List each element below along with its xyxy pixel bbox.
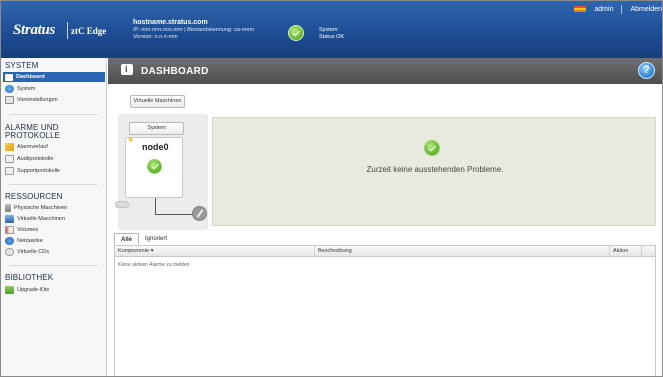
user-name[interactable]: admin xyxy=(594,6,613,13)
network-plug-icon[interactable] xyxy=(192,206,207,221)
vm-monitor-icon xyxy=(5,215,14,223)
dashboard-header-bar: DASHBOARD ? xyxy=(108,58,662,84)
cd-icon xyxy=(5,248,14,256)
network-globe-icon xyxy=(5,237,14,245)
primary-star-icon: ★ xyxy=(127,135,135,144)
sidebar-item-volumes[interactable]: Volumes xyxy=(5,225,106,235)
hostname: hostname.stratus.com xyxy=(133,19,208,26)
volume-icon xyxy=(5,226,14,234)
system-status-label: System: xyxy=(319,27,339,33)
sidebar-item-dashboard[interactable]: Dashboard xyxy=(3,72,105,82)
top-header: Stratus ztC Edge hostname.stratus.com IP… xyxy=(1,1,662,58)
node-name: node0 xyxy=(142,142,169,152)
version-line: Version: n.n.n-nnn xyxy=(133,34,178,40)
problems-panel: Zurzeit keine ausstehenden Probleme. xyxy=(212,117,656,226)
cloud-icon xyxy=(115,201,129,208)
system-status: System: Status OK xyxy=(319,27,344,41)
user-area: admin Abmelden xyxy=(574,4,662,14)
globe-icon xyxy=(5,85,14,93)
sidebar-item-audit-logs[interactable]: Auditprotokolle xyxy=(5,154,106,164)
logo-product: ztC Edge xyxy=(71,26,107,36)
server-icon xyxy=(5,204,11,212)
sidebar-item-alarm-history[interactable]: Alarmverlauf xyxy=(5,142,106,152)
sidebar-item-upgrade-kits[interactable]: Upgrade-Kits xyxy=(5,285,106,295)
help-icon[interactable]: ? xyxy=(638,62,655,79)
section-title-library: BIBLIOTHEK xyxy=(5,273,54,282)
system-ok-icon xyxy=(288,25,304,41)
audit-log-icon xyxy=(5,155,14,163)
host-info: hostname.stratus.com IP: nnn.nnn.nnn.nnn… xyxy=(133,19,254,41)
alarm-table-header: Komponente ▾ Beschreibung Aktion xyxy=(115,246,655,257)
dashboard-icon xyxy=(5,73,13,81)
logo-brand: Stratus xyxy=(13,22,56,38)
system-status-value: Status OK xyxy=(319,34,345,40)
section-title-system: SYSTEM xyxy=(5,61,39,70)
main-content: DASHBOARD ? Virtuelle Maschinen System ★… xyxy=(108,58,662,376)
sidebar-item-virtual-machines[interactable]: Virtuelle Maschinen xyxy=(5,214,106,224)
column-header-action[interactable]: Aktion xyxy=(610,246,642,257)
language-flag-icon[interactable] xyxy=(574,6,587,12)
sidebar-item-networks[interactable]: Netzwerke xyxy=(5,236,106,246)
problems-ok-icon xyxy=(424,140,440,156)
section-title-protocols: PROTOKOLLE xyxy=(5,131,61,140)
dashboard-info-icon xyxy=(121,64,133,75)
column-header-component[interactable]: Komponente ▾ xyxy=(115,246,315,257)
sidebar-item-physical-machines[interactable]: Physische Maschinen xyxy=(5,203,106,213)
sidebar-item-virtual-cds[interactable]: Virtuelle CDs xyxy=(5,247,106,257)
node-ok-icon xyxy=(147,159,162,174)
section-title-resources: RESSOURCEN xyxy=(5,192,63,201)
page-title: DASHBOARD xyxy=(141,66,209,77)
virtual-machines-button[interactable]: Virtuelle Maschinen xyxy=(130,95,185,108)
stratus-logo: Stratus ztC Edge xyxy=(9,16,107,44)
column-header-description[interactable]: Beschreibung xyxy=(315,246,610,257)
logout-link[interactable]: Abmelden xyxy=(630,6,662,13)
app-window: Stratus ztC Edge hostname.stratus.com IP… xyxy=(0,0,663,377)
sidebar-item-support-logs[interactable]: Supportprotokolle xyxy=(5,166,106,176)
preferences-icon xyxy=(5,96,14,104)
sidebar-nav: SYSTEM Dashboard System Voreinstellungen… xyxy=(1,58,107,376)
upgrade-kit-icon xyxy=(5,286,14,294)
alarm-bell-icon xyxy=(5,143,14,151)
sidebar-item-system[interactable]: System xyxy=(5,84,106,94)
system-button[interactable]: System xyxy=(129,122,184,135)
ip-line: IP: nnn.nnn.nnn.nnn | Bestandskennung: z… xyxy=(133,27,254,33)
no-problems-message: Zurzeit keine ausstehenden Probleme. xyxy=(366,165,504,174)
support-log-icon xyxy=(5,167,14,175)
alarm-table: Komponente ▾ Beschreibung Aktion Keine a… xyxy=(114,245,656,376)
sidebar-item-preferences[interactable]: Voreinstellungen xyxy=(5,95,106,105)
empty-alarms-message: Keine aktiven Alarme zu melden xyxy=(118,262,190,268)
